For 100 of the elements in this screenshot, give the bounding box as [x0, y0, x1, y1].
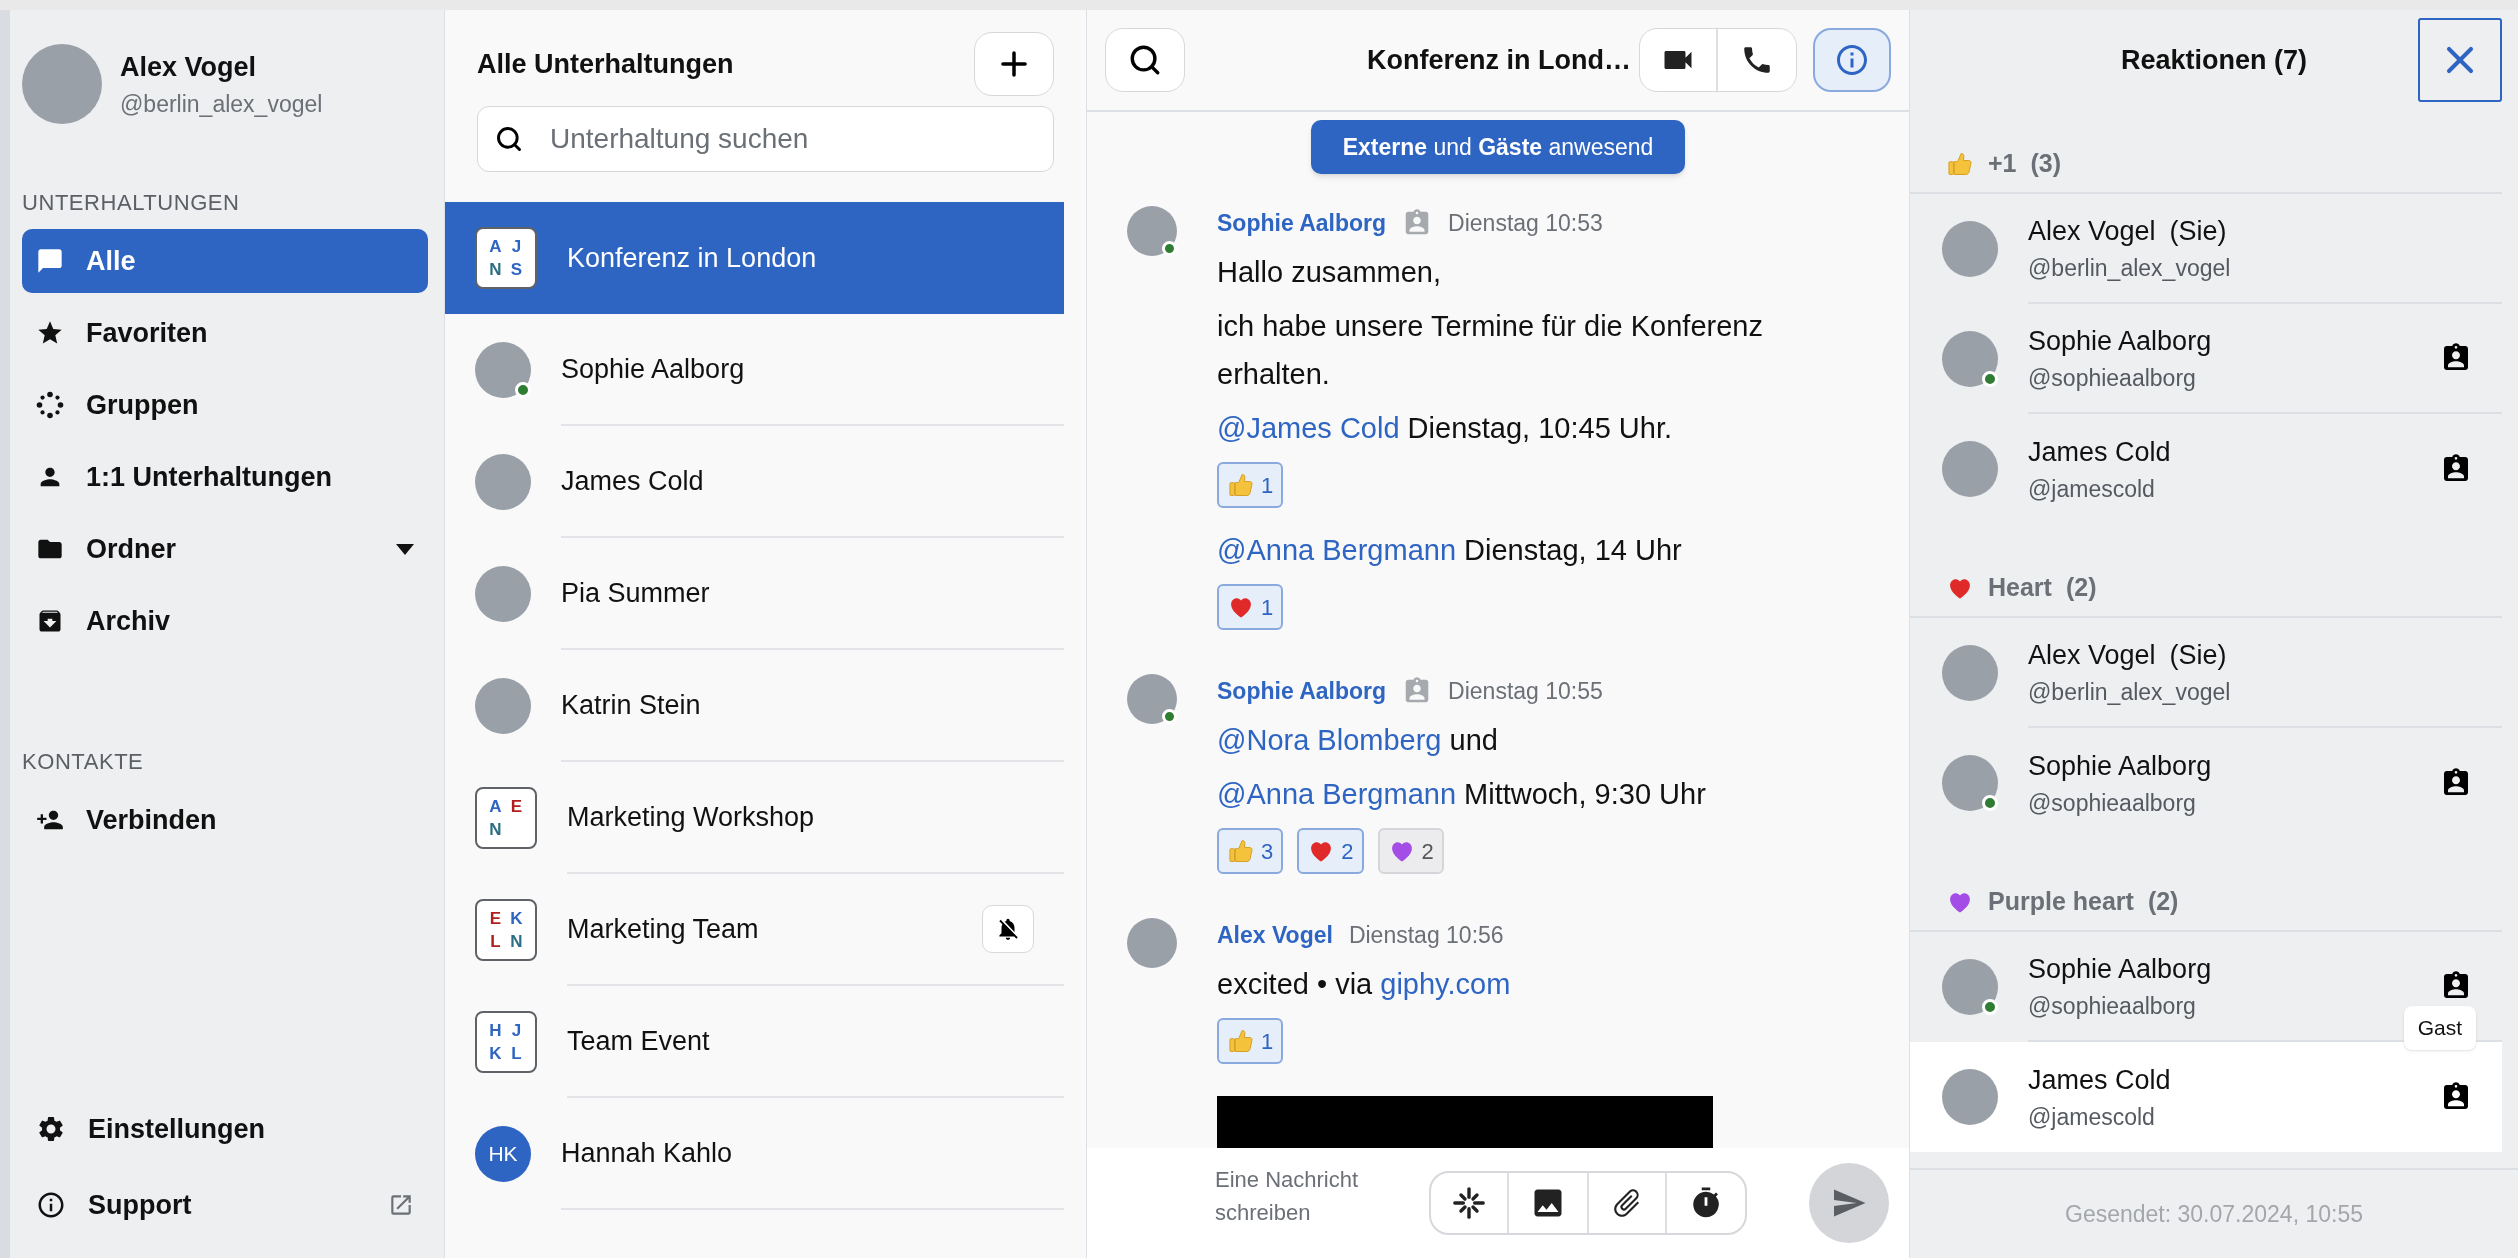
search-icon [1128, 43, 1162, 77]
reactor-name: Sophie Aalborg [2028, 324, 2212, 358]
web-link[interactable]: giphy.com [1380, 968, 1511, 1000]
conversation-name: Hannah Kahlo [561, 1136, 734, 1170]
reactor-handle: @sophieaalborg [2028, 364, 2197, 393]
nav-item[interactable]: Archiv [22, 589, 428, 653]
section-heading: UNTERHALTUNGEN [22, 189, 241, 217]
reactor-row[interactable]: Sophie Aalborg @sophieaalborg [1910, 304, 2502, 414]
message-text: ich habe unsere Termine für die Konferenz erhalten. [1217, 309, 1764, 392]
reactor-name: Sophie Aalborg [2028, 749, 2212, 783]
reaction-chip[interactable]: 3 [1217, 828, 1284, 874]
reactor-row[interactable]: Sophie Aalborg @sophieaalborg [1910, 728, 2502, 838]
conversation-item[interactable]: H J K L Team Event [445, 986, 1064, 1098]
message-text: excited • via giphy.com [1217, 967, 1512, 1002]
avatar-letter: E [489, 910, 502, 927]
info-icon [1834, 42, 1870, 78]
reactor-row[interactable]: James Cold @jamescold [1910, 414, 2502, 524]
section-heading: KONTAKTE [22, 748, 145, 776]
reactor-row[interactable]: Alex Vogel (Sie) @berlin_alex_vogel [1910, 618, 2502, 728]
conversation-item[interactable]: Pia Summer [445, 538, 1064, 650]
reaction-name: Purple heart [1988, 886, 2134, 918]
nav-item[interactable]: Alle [22, 229, 428, 293]
avatar-letter: L [490, 933, 501, 950]
avatar-letter: L [511, 1045, 522, 1062]
conversation-name: Marketing Team [567, 912, 760, 946]
avatar-letter: S [510, 261, 523, 278]
message-author: Sophie Aalborg [1217, 676, 1387, 706]
thumbs-up-icon [1227, 471, 1255, 499]
avatar-photo-placeholder [1942, 1069, 1998, 1125]
reactor-handle: @sophieaalborg [2028, 789, 2197, 818]
reaction-chip[interactable]: 1 [1217, 584, 1284, 630]
reaction-chip[interactable]: 2 [1377, 828, 1444, 874]
close-button[interactable] [2418, 18, 2502, 102]
avatar-photo-placeholder [1942, 755, 1998, 811]
nav-item[interactable]: Support [22, 1172, 428, 1238]
message-input[interactable]: Eine Nachricht schreiben [1215, 1163, 1415, 1243]
nav-item[interactable]: 1:1 Unterhaltungen [22, 445, 428, 509]
conversation-item[interactable]: HK Hannah Kahlo [445, 1098, 1064, 1210]
conversation-item[interactable]: A J N S Konferenz in London [445, 202, 1064, 314]
reactor-handle: @jamescold [2028, 1103, 2156, 1132]
avatar-photo-placeholder [475, 566, 531, 622]
reactor-row[interactable]: Alex Vogel (Sie) @berlin_alex_vogel [1910, 194, 2502, 304]
mention-link[interactable]: @Nora Blomberg [1217, 724, 1442, 756]
info-button[interactable] [1813, 28, 1891, 92]
info-icon [36, 1190, 66, 1220]
conversation-item[interactable]: James Cold [445, 426, 1064, 538]
mention-link[interactable]: @James Cold [1217, 412, 1400, 444]
reaction-chip[interactable]: 2 [1297, 828, 1364, 874]
reaction-chip[interactable]: 1 [1217, 462, 1284, 508]
search-field[interactable]: Unterhaltung suchen [477, 106, 1054, 172]
nav-item[interactable]: Verbinden [22, 788, 428, 852]
thumbs-up-icon [1946, 150, 1974, 178]
panel-title: Reaktionen (7) [2119, 43, 2308, 77]
thumbs-up-icon [1227, 837, 1255, 865]
avatar-photo-placeholder [475, 454, 531, 510]
nav-item[interactable]: Ordner [22, 517, 428, 581]
conversation-title: Konferenz in Lond… [1366, 43, 1632, 77]
reactor-handle: @berlin_alex_vogel [2028, 254, 2232, 283]
message-text: @James Cold Dienstag, 10:45 Uhr. [1217, 411, 1673, 446]
guests-present-banner: Externe und Gäste anwesend [1310, 120, 1686, 174]
conversation-name: James Cold [561, 464, 705, 498]
avatar-letter: J [511, 238, 522, 255]
profile-name: Alex Vogel [120, 50, 258, 84]
new-conversation-button[interactable] [974, 32, 1054, 96]
nav-item[interactable]: Gruppen [22, 373, 428, 437]
message-time: Dienstag 10:56 [1348, 920, 1504, 950]
avatar-photo-placeholder [1942, 959, 1998, 1015]
conversation-item[interactable]: Sophie Aalborg [445, 314, 1064, 426]
search-button[interactable] [1105, 28, 1185, 92]
self-label: (Sie) [2169, 214, 2227, 248]
conversation-item[interactable]: E K L N Marketing Team [445, 874, 1064, 986]
reaction-count: (2) [2147, 886, 2179, 918]
mention-link[interactable]: @Anna Bergmann [1217, 778, 1457, 810]
reactor-name: Sophie Aalborg [2028, 952, 2212, 986]
reactor-name: James Cold [2028, 435, 2171, 469]
conversation-item[interactable]: Katrin Stein [445, 650, 1064, 762]
nav-item[interactable]: Favoriten [22, 301, 428, 365]
dots-circle-icon [36, 391, 64, 419]
reactor-handle: @jamescold [2028, 475, 2156, 504]
conversation-name: Sophie Aalborg [561, 352, 746, 386]
message-time: Dienstag 10:53 [1448, 208, 1603, 238]
message-author: Sophie Aalborg [1217, 208, 1387, 238]
muted-button[interactable] [982, 905, 1034, 953]
message-author: Alex Vogel [1217, 920, 1333, 950]
avatar-photo-placeholder [1942, 441, 1998, 497]
avatar-photo-placeholder [1127, 206, 1177, 256]
avatar-photo-placeholder [1127, 674, 1177, 724]
nav-item[interactable]: Einstellungen [22, 1096, 428, 1162]
avatar-photo-placeholder [1127, 918, 1177, 968]
message-text: @Anna Bergmann Dienstag, 14 Uhr [1217, 533, 1683, 568]
conversation-item[interactable]: A E N Marketing Workshop [445, 762, 1064, 874]
reaction-chip[interactable]: 1 [1217, 1018, 1284, 1064]
conversation-name: Marketing Workshop [567, 800, 816, 834]
avatar-photo-placeholder [1942, 645, 1998, 701]
reactor-name: Alex Vogel [2028, 214, 2156, 248]
mention-link[interactable]: @Anna Bergmann [1217, 534, 1457, 566]
message-text: @Nora Blomberg und [1217, 723, 1499, 758]
avatar-letter: A [489, 238, 502, 255]
sparkle-icon [1452, 1186, 1486, 1220]
reactor-name: Alex Vogel [2028, 638, 2156, 672]
